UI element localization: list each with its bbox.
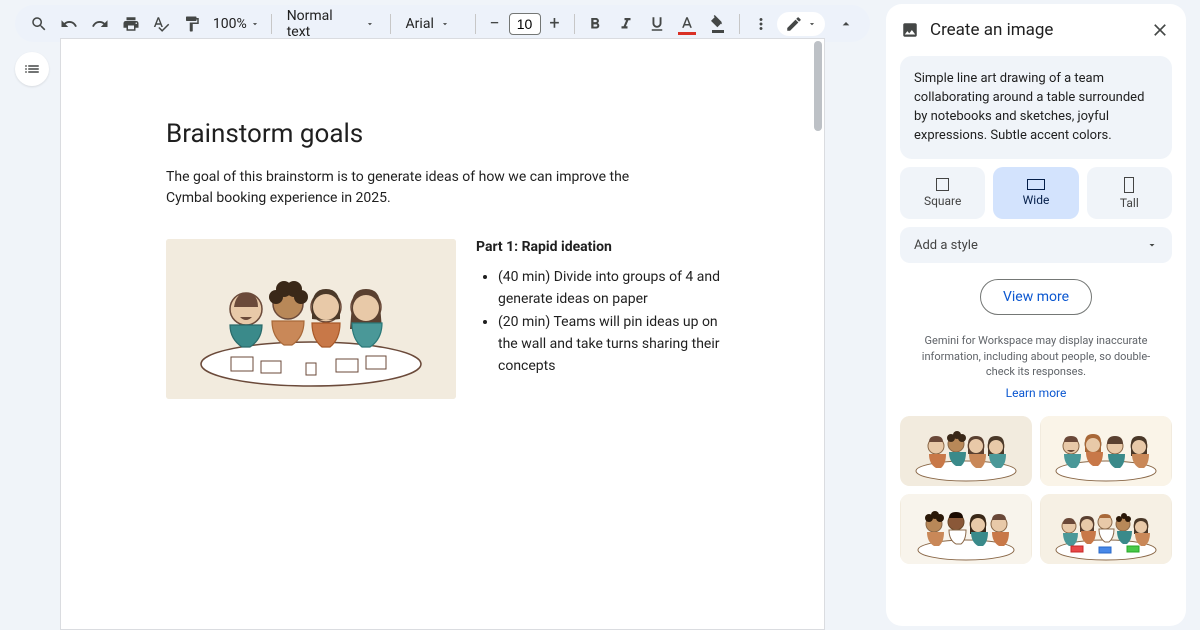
font-size-input[interactable] xyxy=(509,13,541,35)
bold-button[interactable] xyxy=(582,10,610,38)
document-content-row: Part 1: Rapid ideation (40 min) Divide i… xyxy=(166,239,724,399)
spellcheck-icon[interactable] xyxy=(148,10,176,38)
text-color-button[interactable] xyxy=(673,10,701,38)
underline-button[interactable] xyxy=(643,10,671,38)
view-more-button[interactable]: View more xyxy=(980,279,1092,315)
chevron-down-icon xyxy=(440,19,450,29)
disclaimer-text: Gemini for Workspace may display inaccur… xyxy=(900,333,1172,379)
generated-image-thumb[interactable] xyxy=(1040,416,1172,486)
generated-image-thumb[interactable] xyxy=(900,494,1032,564)
learn-more-link[interactable]: Learn more xyxy=(900,386,1172,400)
paragraph-style-select[interactable]: Normal text xyxy=(279,8,383,40)
document-intro[interactable]: The goal of this brainstorm is to genera… xyxy=(166,167,666,209)
undo-icon[interactable] xyxy=(56,10,84,38)
image-icon xyxy=(900,20,920,40)
bullet-item[interactable]: (40 min) Divide into groups of 4 and gen… xyxy=(498,267,724,310)
generated-image-thumb[interactable] xyxy=(900,416,1032,486)
prompt-textarea[interactable]: Simple line art drawing of a team collab… xyxy=(900,56,1172,159)
decrease-font-size-button[interactable]: − xyxy=(483,12,507,36)
chevron-up-icon xyxy=(838,16,854,32)
document-page[interactable]: Brainstorm goals The goal of this brains… xyxy=(60,38,825,630)
print-icon[interactable] xyxy=(117,10,145,38)
scrollbar[interactable] xyxy=(812,39,824,629)
document-text-column[interactable]: Part 1: Rapid ideation (40 min) Divide i… xyxy=(476,239,724,379)
outline-icon xyxy=(23,60,41,78)
tall-icon xyxy=(1124,177,1134,193)
font-select[interactable]: Arial xyxy=(398,16,468,32)
separator xyxy=(739,14,740,34)
aspect-ratio-group: Square Wide Tall xyxy=(900,167,1172,219)
aspect-label: Wide xyxy=(1023,193,1050,207)
zoom-select[interactable]: 100% xyxy=(209,16,264,32)
separator xyxy=(574,14,575,34)
close-icon xyxy=(1150,20,1170,40)
generated-image-thumb[interactable] xyxy=(1040,494,1172,564)
chevron-down-icon xyxy=(250,19,260,29)
scroll-thumb[interactable] xyxy=(814,41,822,131)
panel-header: Create an image xyxy=(900,18,1172,42)
chevron-down-icon xyxy=(365,19,375,29)
inserted-image[interactable] xyxy=(166,239,456,399)
separator xyxy=(390,14,391,34)
square-icon xyxy=(936,178,949,191)
wide-icon xyxy=(1027,179,1045,190)
font-value: Arial xyxy=(406,16,434,32)
create-image-panel: Create an image Simple line art drawing … xyxy=(886,4,1186,626)
aspect-wide-button[interactable]: Wide xyxy=(993,167,1078,219)
more-options-button[interactable] xyxy=(747,10,775,38)
pencil-icon xyxy=(785,15,803,33)
show-outline-button[interactable] xyxy=(15,52,49,86)
separator xyxy=(271,14,272,34)
zoom-value: 100% xyxy=(213,16,247,32)
italic-button[interactable] xyxy=(612,10,640,38)
panel-title: Create an image xyxy=(930,20,1138,40)
style-select[interactable]: Add a style xyxy=(900,227,1172,263)
font-size-group: − + xyxy=(483,12,567,36)
close-button[interactable] xyxy=(1148,18,1172,42)
document-title[interactable]: Brainstorm goals xyxy=(166,119,724,149)
separator xyxy=(475,14,476,34)
part-title[interactable]: Part 1: Rapid ideation xyxy=(476,239,724,255)
thumbnail-grid xyxy=(900,416,1172,564)
aspect-label: Square xyxy=(924,194,961,208)
bullet-list[interactable]: (40 min) Divide into groups of 4 and gen… xyxy=(476,267,724,377)
paragraph-style-value: Normal text xyxy=(287,8,359,40)
redo-icon[interactable] xyxy=(86,10,114,38)
collapse-toolbar-button[interactable] xyxy=(832,10,860,38)
increase-font-size-button[interactable]: + xyxy=(543,12,567,36)
main-toolbar: 100% Normal text Arial − + xyxy=(15,5,870,42)
editing-mode-select[interactable] xyxy=(777,12,825,36)
bullet-item[interactable]: (20 min) Teams will pin ideas up on the … xyxy=(498,312,724,377)
chevron-down-icon xyxy=(807,19,817,29)
aspect-label: Tall xyxy=(1120,196,1139,210)
aspect-square-button[interactable]: Square xyxy=(900,167,985,219)
aspect-tall-button[interactable]: Tall xyxy=(1087,167,1172,219)
style-placeholder: Add a style xyxy=(914,238,978,253)
paint-format-icon[interactable] xyxy=(178,10,206,38)
highlight-color-button[interactable] xyxy=(704,10,732,38)
chevron-down-icon xyxy=(1146,239,1158,251)
search-icon[interactable] xyxy=(25,10,53,38)
